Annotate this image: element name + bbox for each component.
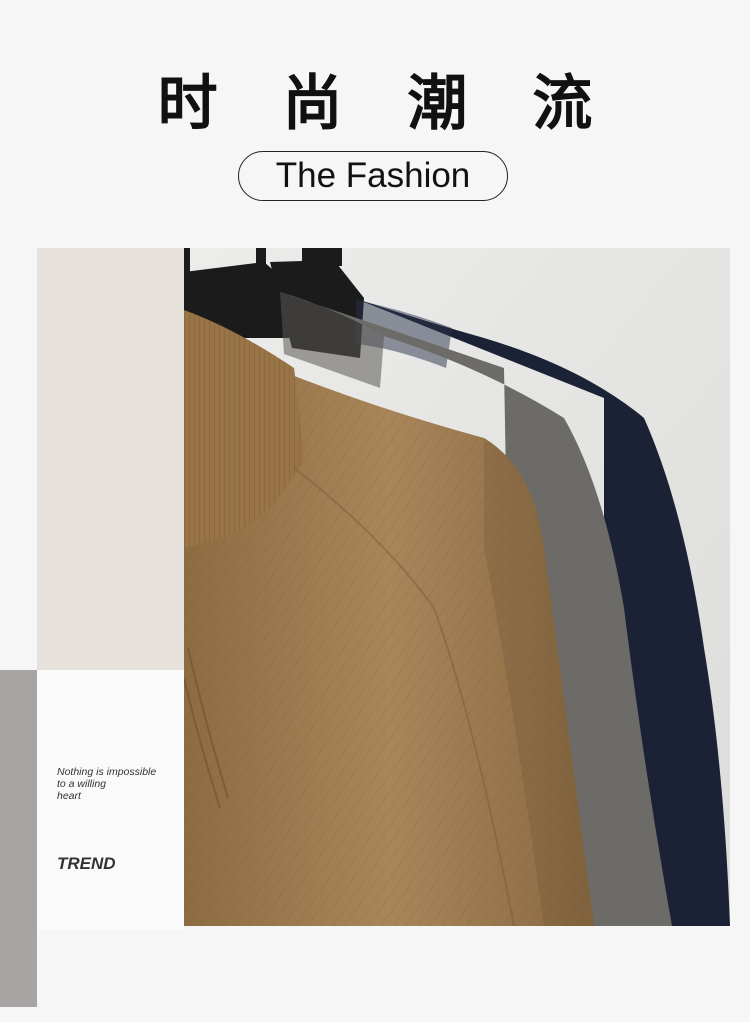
page-title: 时 尚 潮 流 bbox=[157, 69, 615, 139]
sweater-photo bbox=[184, 248, 730, 926]
trend-label: TREND bbox=[57, 854, 116, 873]
tagline-text: Nothing is impossible to a willing heart bbox=[57, 766, 157, 802]
beige-panel bbox=[37, 248, 184, 670]
subtitle-badge: The Fashion bbox=[238, 151, 508, 201]
grey-accent-bar bbox=[0, 670, 37, 1007]
subtitle-text: The Fashion bbox=[275, 156, 471, 195]
